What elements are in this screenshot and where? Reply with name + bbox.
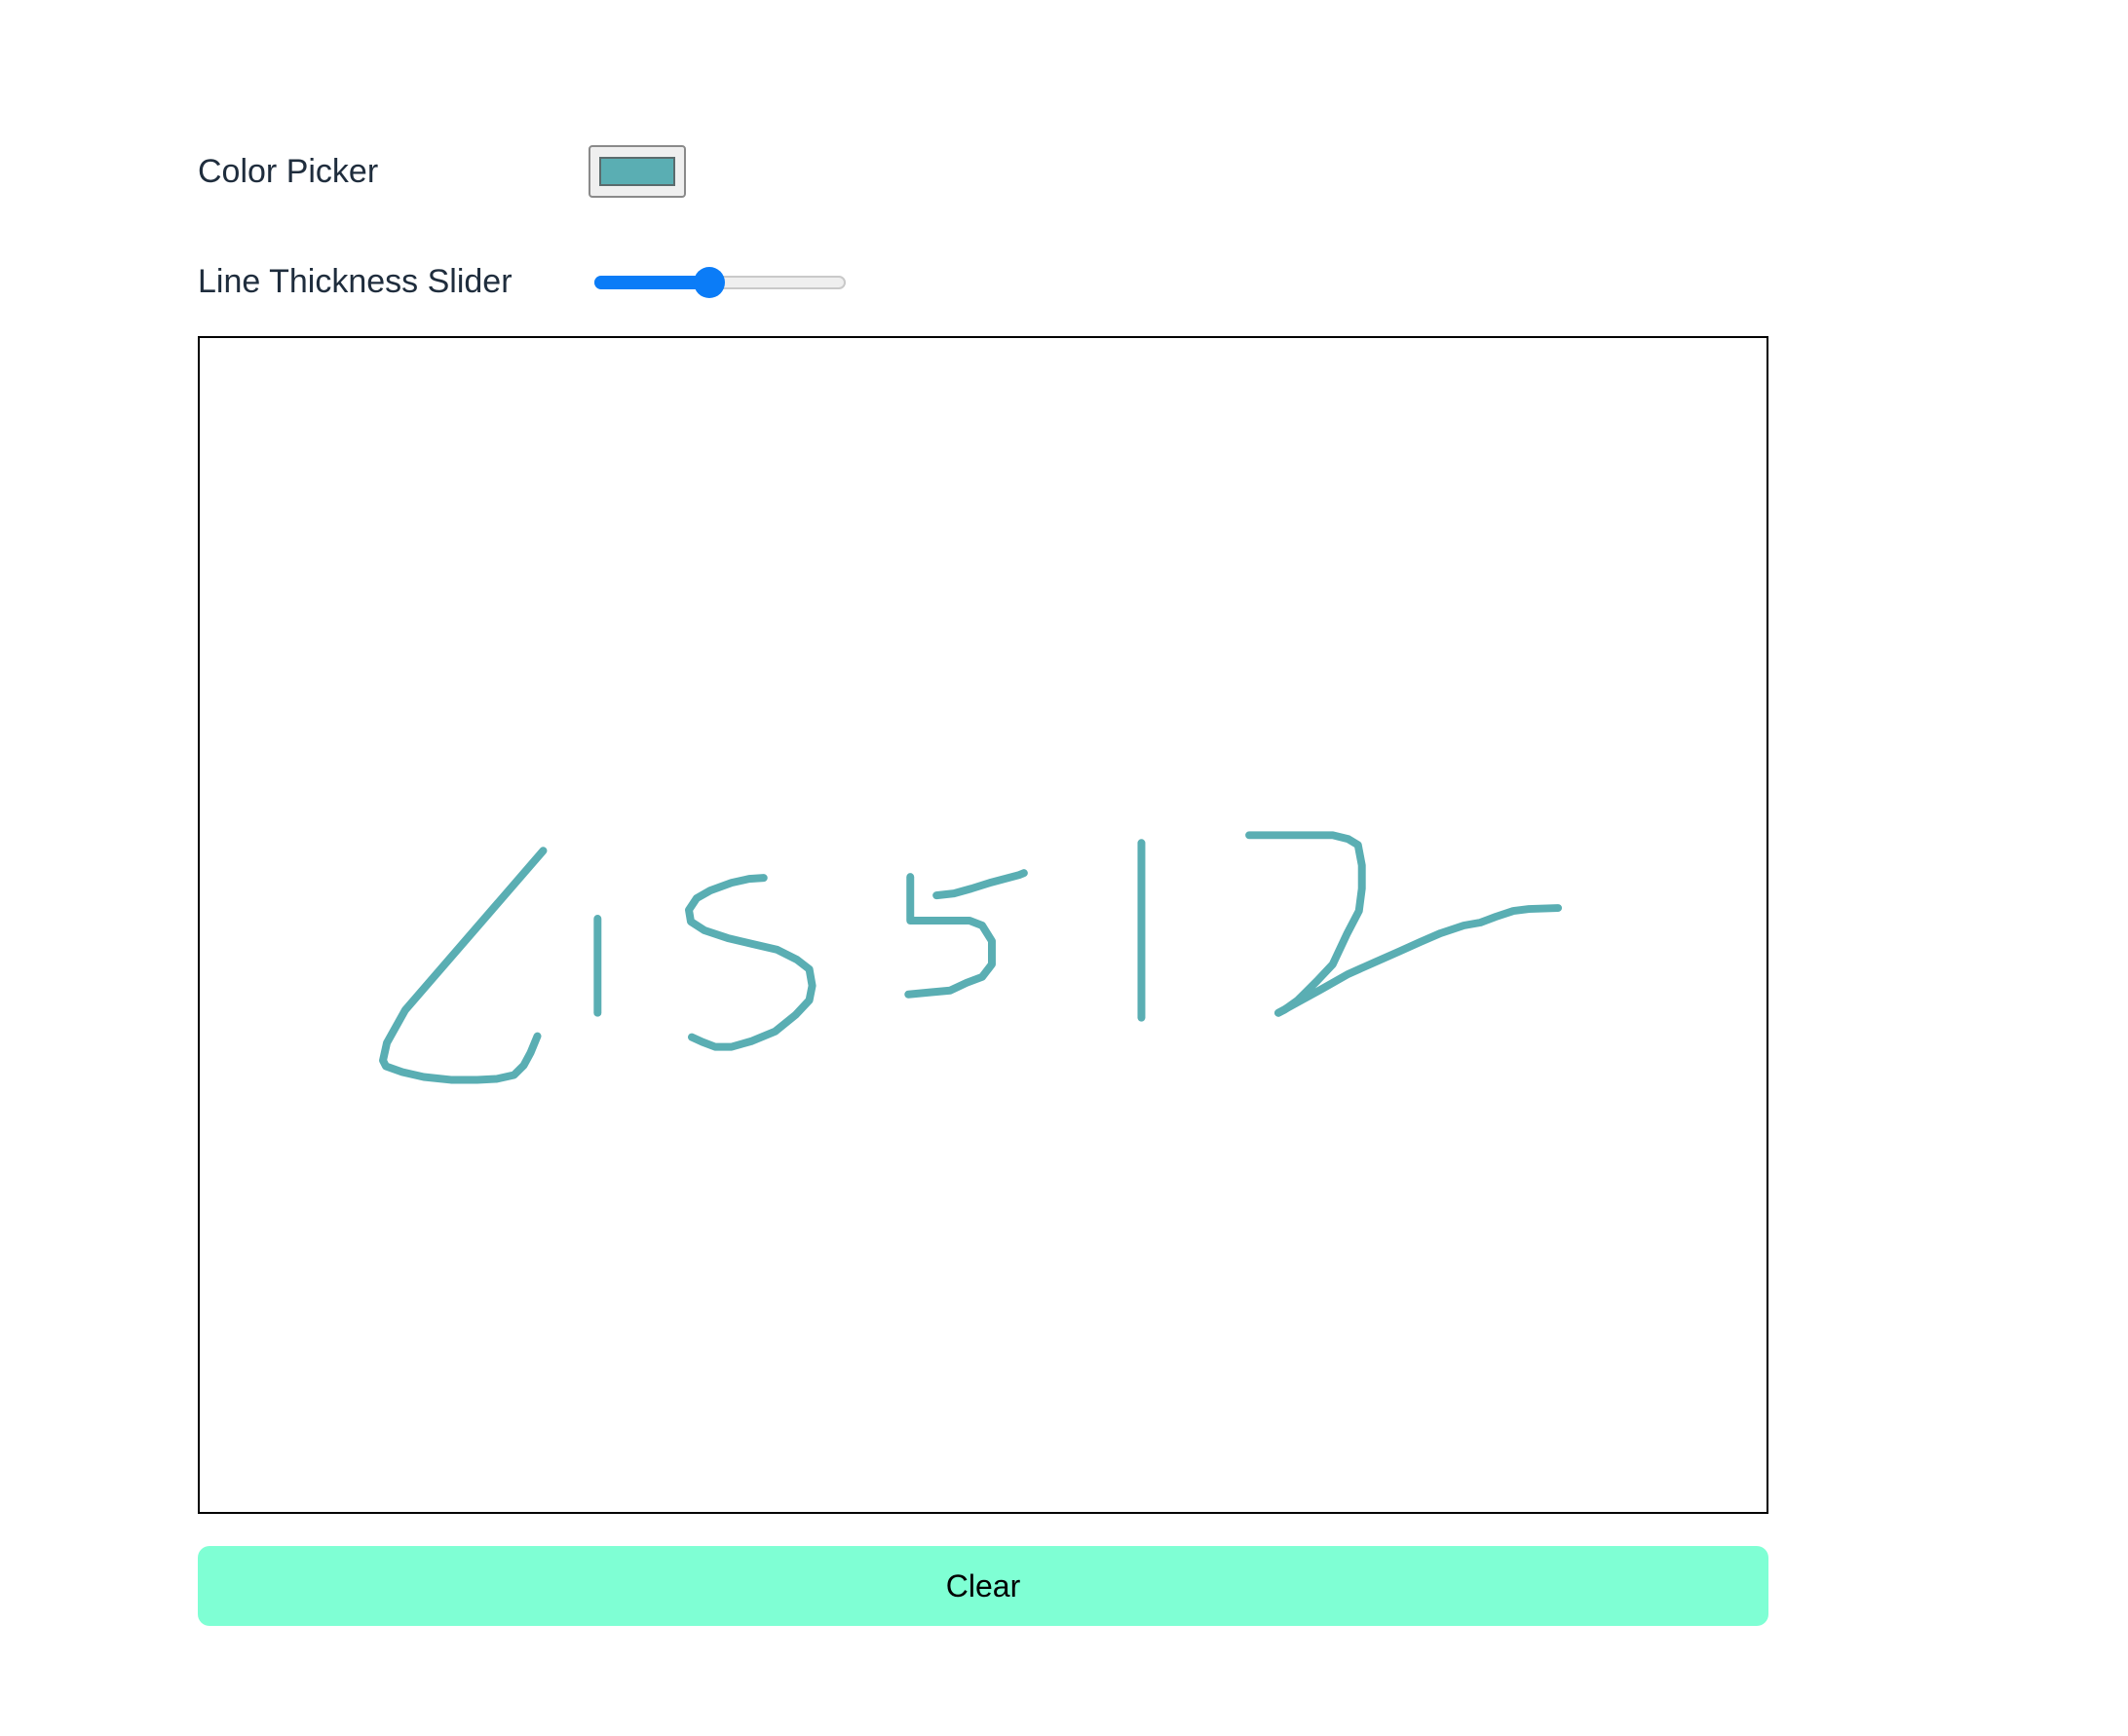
stroke-digit-5a (685, 874, 817, 1051)
stroke-digit-5b-top (932, 869, 1028, 900)
color-picker-input[interactable] (589, 145, 686, 198)
drawing-strokes (379, 831, 1563, 1084)
slider-track-fill (594, 276, 709, 289)
stroke-digit-6 (379, 847, 548, 1084)
line-thickness-label: Line Thickness Slider (198, 263, 513, 300)
drawing-canvas[interactable] (198, 336, 1768, 1514)
stroke-digit-2-tail (1274, 904, 1563, 1017)
stroke-digit-2 (1245, 831, 1366, 1017)
color-picker-swatch (599, 157, 675, 186)
line-thickness-slider[interactable] (594, 267, 846, 298)
color-picker-label: Color Picker (198, 153, 379, 190)
clear-button[interactable]: Clear (198, 1546, 1768, 1626)
slider-thumb[interactable] (694, 267, 725, 298)
